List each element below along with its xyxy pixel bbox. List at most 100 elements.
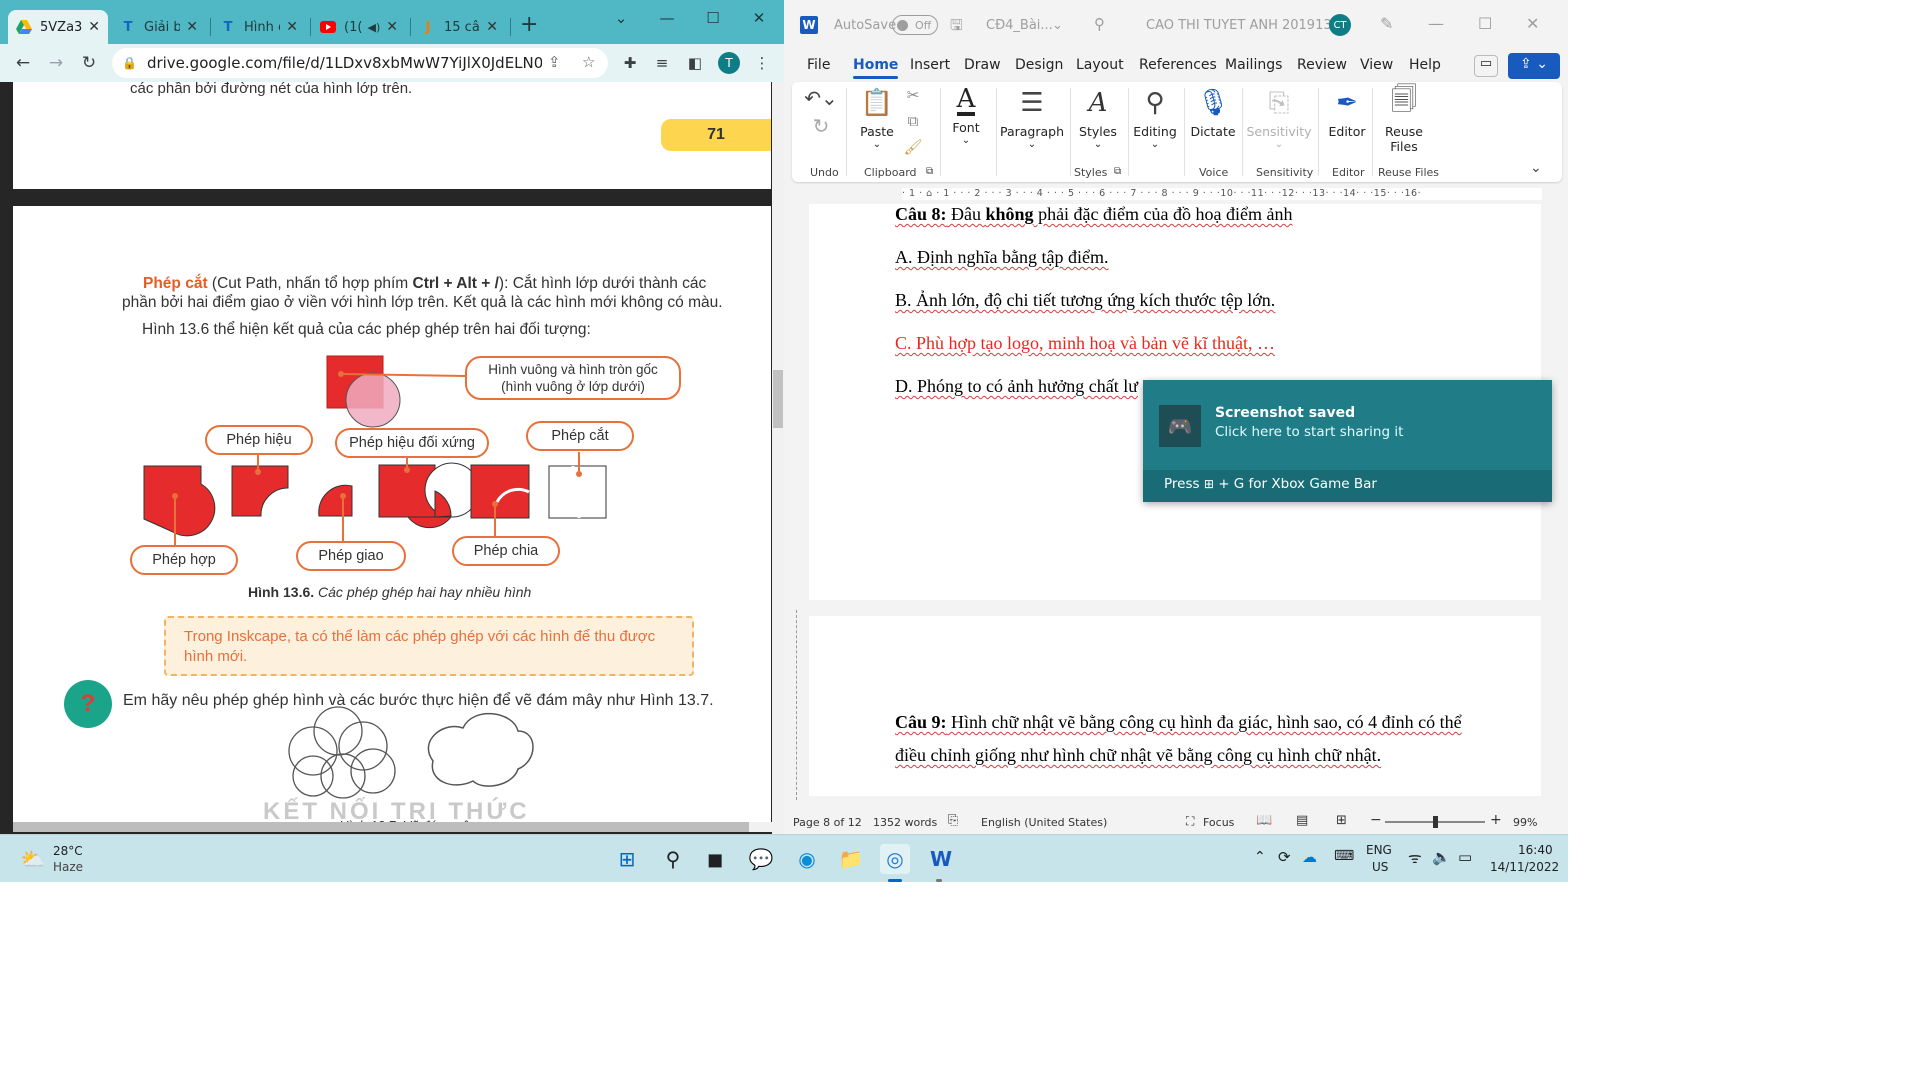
document-page[interactable]: Câu 9: Hình chữ nhật vẽ bằng công cụ hìn… [809,616,1541,796]
side-panel-icon[interactable]: ◧ [685,53,705,73]
address-bar[interactable]: 🔒 drive.google.com/file/d/1LDxv8xbMwW7Yi… [112,48,608,78]
task-view-icon[interactable]: ◼ [700,844,730,874]
tab-15-cau[interactable]: J 15 câu ✕ [412,10,506,44]
tab-review[interactable]: Review [1297,57,1347,73]
media-control-icon[interactable]: ≡ [652,53,672,73]
teams-chat-icon[interactable]: 💬 [746,844,776,874]
dialog-launcher-icon[interactable]: ⧉ [926,166,933,177]
copy-button[interactable]: ⧉ [902,112,924,130]
tab-hinh[interactable]: T Hình c ✕ [212,10,306,44]
pen-icon[interactable]: ✎ [1380,14,1393,33]
wifi-icon[interactable]: ᯤ [1408,848,1422,868]
search-icon[interactable]: ⚲ [1094,15,1105,33]
zoom-level[interactable]: 99% [1513,816,1537,829]
extensions-icon[interactable]: ✚ [620,53,640,73]
start-windows-icon[interactable]: ⊞ [612,844,642,874]
save-icon[interactable]: 🖫 [950,15,963,40]
close-tab-icon[interactable]: ✕ [486,19,498,35]
undo-button[interactable]: ↶⌄ ↻ [804,86,838,142]
focus-icon[interactable]: ⛶ [1186,814,1194,829]
dictate-button[interactable]: 🎙 Dictate [1190,86,1236,139]
taskbar-search-icon[interactable]: ⚲ [658,844,688,874]
profile-avatar[interactable]: T [718,52,740,74]
maximize-button[interactable]: ☐ [698,8,728,28]
tab-mailings[interactable]: Mailings [1225,57,1282,73]
show-hidden-icons-chevron-icon[interactable]: ⌃ [1254,849,1266,865]
chrome-menu-icon[interactable]: ⋮ [752,53,772,73]
tab-file[interactable]: File [807,57,830,73]
tab-home[interactable]: Home [853,57,899,79]
keyboard-icon[interactable]: ⌨ [1334,848,1354,864]
tab-youtube[interactable]: (1( ◀) ✕ [312,10,406,44]
word-taskbar-icon[interactable]: W [926,844,956,874]
clock-date[interactable]: 14/11/2022 [1490,860,1559,874]
document-name[interactable]: CĐ4_Bài... [986,18,1053,33]
pdf-viewer[interactable]: các phần bởi đường nét của hình lớp trên… [0,82,784,834]
maximize-button[interactable]: ☐ [1478,14,1492,33]
battery-icon[interactable]: ▭ [1458,848,1472,866]
dialog-launcher-icon[interactable]: ⧉ [1114,166,1121,177]
chrome-taskbar-icon[interactable]: ◎ [880,844,910,874]
tab-references[interactable]: References [1139,57,1217,73]
sync-icon[interactable]: ⟳ [1278,848,1291,866]
audio-playing-icon[interactable]: ◀) [368,21,381,34]
new-tab-button[interactable]: + [520,14,538,36]
reload-button[interactable]: ↻ [78,52,100,74]
tab-search-icon[interactable]: ⌄ [606,8,636,28]
read-mode-icon[interactable]: 📖 [1256,813,1272,828]
weather-sun-icon[interactable]: ⛅ [18,844,48,874]
weather-condition[interactable]: Haze [53,860,83,874]
styles-button[interactable]: A Styles ⌄ [1076,86,1120,150]
onedrive-cloud-icon[interactable]: ☁ [1302,848,1317,866]
editing-button[interactable]: ⚲ Editing ⌄ [1132,86,1178,150]
clock-time[interactable]: 16:40 [1518,843,1553,857]
proofing-icon[interactable]: ⎘ [948,813,958,828]
user-avatar[interactable]: CT [1329,14,1351,36]
editor-button[interactable]: ✒ Editor [1322,86,1372,139]
cut-button[interactable]: ✂ [902,86,924,104]
close-window-button[interactable]: ✕ [1526,14,1539,33]
close-tab-icon[interactable]: ✕ [186,19,198,35]
minimize-button[interactable]: — [652,8,682,28]
vertical-scrollbar-thumb[interactable] [773,370,783,428]
focus-label[interactable]: Focus [1203,816,1234,829]
reuse-files-button[interactable]: 🗐 Reuse Files [1376,85,1432,154]
share-button[interactable]: ⇪ ⌄ [1508,53,1560,79]
screenshot-notification[interactable]: 🎮 Screenshot saved Click here to start s… [1143,380,1552,502]
close-tab-icon[interactable]: ✕ [88,19,100,35]
minimize-button[interactable]: — [1428,14,1444,33]
close-tab-icon[interactable]: ✕ [286,19,298,35]
tab-view[interactable]: View [1360,57,1393,73]
file-explorer-icon[interactable]: 📁 [836,844,866,874]
back-button[interactable]: ← [12,52,34,74]
zoom-out-button[interactable]: − [1370,812,1382,828]
font-button[interactable]: A Font ⌄ [946,84,986,146]
close-tab-icon[interactable]: ✕ [386,19,398,35]
vertical-scrollbar[interactable] [772,82,784,834]
format-painter-button[interactable]: 🖌 [902,138,924,156]
tab-draw[interactable]: Draw [964,57,1001,73]
tab-insert[interactable]: Insert [910,57,950,73]
tab-layout[interactable]: Layout [1076,57,1124,73]
forward-button[interactable]: → [45,52,67,74]
paragraph-button[interactable]: ☰ Paragraph ⌄ [1000,86,1064,150]
tab-giai-bai[interactable]: T Giải bả ✕ [112,10,206,44]
page-count[interactable]: Page 8 of 12 [793,816,862,829]
close-window-button[interactable]: ✕ [744,8,774,28]
language-status[interactable]: English (United States) [981,816,1107,829]
web-layout-icon[interactable]: ⊞ [1336,813,1347,828]
notification-body[interactable]: 🎮 Screenshot saved Click here to start s… [1143,380,1552,470]
bookmark-star-icon[interactable]: ☆ [582,53,595,71]
word-count[interactable]: 1352 words [873,816,937,829]
language-region[interactable]: US [1372,860,1388,874]
language-code[interactable]: ENG [1366,843,1392,857]
autosave-toggle[interactable]: Off [892,15,938,35]
paste-button[interactable]: 📋 Paste ⌄ [856,86,898,150]
volume-icon[interactable]: 🔈 [1432,848,1451,866]
tab-design[interactable]: Design [1015,57,1063,73]
vertical-ruler[interactable] [790,610,804,800]
comments-icon[interactable]: ▭ [1474,55,1498,77]
tab-google-drive[interactable]: 5VZa3 ✕ [8,10,108,44]
edge-icon[interactable]: ◉ [792,844,822,874]
chevron-down-icon[interactable]: ⌄ [1052,18,1063,33]
